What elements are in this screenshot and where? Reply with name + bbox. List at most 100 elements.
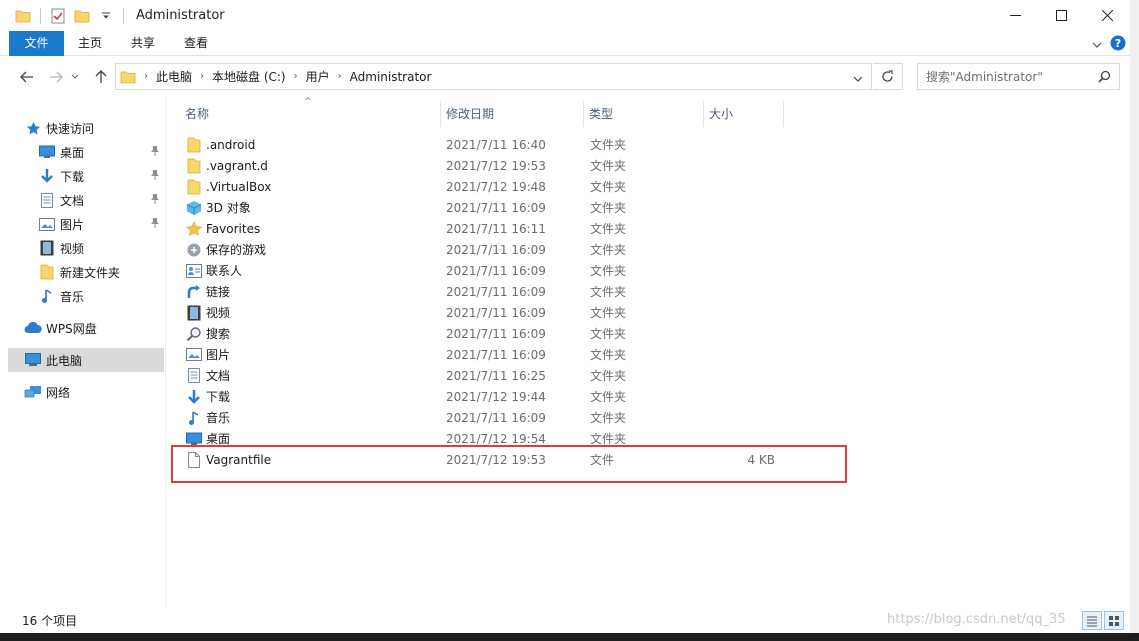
minimize-button[interactable]: [992, 0, 1038, 31]
file-name: 图片: [206, 348, 231, 362]
pin-icon[interactable]: [150, 217, 160, 232]
breadcrumb-local-disk[interactable]: 本地磁盘 (C:): [212, 68, 286, 85]
refresh-button[interactable]: [873, 63, 903, 90]
column-header-name[interactable]: 名称: [185, 101, 435, 127]
sidebar-item-new-folder[interactable]: 新建文件夹: [8, 260, 164, 284]
watermark-text: https://blog.csdn.net/qq_35: [887, 612, 1066, 627]
file-date: 2021/7/11 16:09: [446, 242, 546, 257]
chevron-right-icon[interactable]: ›: [294, 71, 298, 82]
tab-view[interactable]: 查看: [176, 31, 216, 56]
table-row[interactable]: 3D 对象 2021/7/11 16:09 文件夹: [180, 197, 800, 218]
table-row[interactable]: 下载 2021/7/12 19:44 文件夹: [180, 386, 800, 407]
breadcrumb-administrator[interactable]: Administrator: [350, 70, 432, 84]
file-type: 文件夹: [590, 201, 627, 215]
table-row[interactable]: 搜索 2021/7/11 16:09 文件夹: [180, 323, 800, 344]
search-input[interactable]: [926, 69, 1096, 84]
ribbon-tabs: 文件 主页 共享 查看 ?: [0, 31, 1130, 56]
sidebar-item-quick-access[interactable]: 快速访问: [8, 116, 164, 140]
contacts-icon: [185, 262, 203, 280]
maximize-button[interactable]: [1038, 0, 1084, 31]
title-bar: Administrator: [0, 0, 1130, 31]
column-header-size[interactable]: 大小: [709, 101, 779, 127]
file-date: 2021/7/11 16:09: [446, 200, 546, 215]
pin-icon[interactable]: [150, 193, 160, 208]
sidebar-item-network[interactable]: 网络: [8, 380, 164, 404]
sidebar-item-documents[interactable]: 文档: [8, 188, 164, 212]
pin-icon[interactable]: [150, 145, 160, 160]
sidebar-item-music[interactable]: 音乐: [8, 284, 164, 308]
table-row[interactable]: 文档 2021/7/11 16:25 文件夹: [180, 365, 800, 386]
large-icons-view-icon[interactable]: [1104, 611, 1124, 630]
customize-toolbar-icon[interactable]: [97, 7, 115, 25]
table-row[interactable]: 音乐 2021/7/11 16:09 文件夹: [180, 407, 800, 428]
table-row[interactable]: 联系人 2021/7/11 16:09 文件夹: [180, 260, 800, 281]
file-name: 链接: [206, 285, 231, 299]
forward-button[interactable]: [45, 67, 67, 87]
sidebar-item-videos[interactable]: 视频: [8, 236, 164, 260]
table-row[interactable]: Favorites 2021/7/11 16:11 文件夹: [180, 218, 800, 239]
folder-icon: [38, 263, 56, 281]
file-date: 2021/7/11 16:09: [446, 305, 546, 320]
file-date: 2021/7/11 16:09: [446, 263, 546, 278]
column-divider[interactable]: [783, 101, 784, 127]
picture-icon: [185, 346, 203, 364]
table-row[interactable]: 视频 2021/7/11 16:09 文件夹: [180, 302, 800, 323]
close-button[interactable]: [1084, 0, 1130, 31]
search-box[interactable]: [917, 63, 1120, 90]
properties-icon[interactable]: [49, 7, 67, 25]
sidebar-item-pictures[interactable]: 图片: [8, 212, 164, 236]
back-button[interactable]: [16, 67, 38, 87]
file-type: 文件夹: [590, 306, 627, 320]
column-header-date[interactable]: 修改日期: [446, 101, 576, 127]
chevron-right-icon[interactable]: ›: [200, 71, 204, 82]
tab-file[interactable]: 文件: [9, 31, 64, 56]
sidebar-item-label: 新建文件夹: [60, 265, 121, 280]
search-icon[interactable]: [1098, 70, 1111, 86]
file-type: 文件夹: [590, 369, 627, 383]
file-list: ^ 名称 修改日期 类型 大小 .android 2021/7/11 16:40 文…: [167, 97, 1130, 607]
column-divider[interactable]: [703, 101, 704, 127]
table-row[interactable]: .vagrant.d 2021/7/12 19:53 文件夹: [180, 155, 800, 176]
expand-ribbon-icon[interactable]: [1092, 38, 1102, 52]
column-divider[interactable]: [440, 101, 441, 127]
sidebar-item-this-pc[interactable]: 此电脑: [8, 348, 164, 372]
sidebar-item-label: 此电脑: [46, 353, 83, 368]
pin-icon[interactable]: [150, 169, 160, 184]
gamepad-icon: [185, 241, 203, 259]
table-row[interactable]: .VirtualBox 2021/7/12 19:48 文件夹: [180, 176, 800, 197]
file-name: 3D 对象: [206, 201, 251, 215]
table-row[interactable]: .android 2021/7/11 16:40 文件夹: [180, 134, 800, 155]
tab-share[interactable]: 共享: [123, 31, 163, 56]
breadcrumb-this-pc[interactable]: 此电脑: [156, 68, 192, 85]
sidebar-item-desktop[interactable]: 桌面: [8, 140, 164, 164]
breadcrumb-users[interactable]: 用户: [306, 68, 330, 85]
video-icon: [38, 239, 56, 257]
highlight-annotation: [171, 445, 847, 483]
address-bar[interactable]: › 此电脑 › 本地磁盘 (C:) › 用户 › Administrator: [115, 63, 872, 90]
up-button[interactable]: [90, 67, 112, 87]
table-row[interactable]: 链接 2021/7/11 16:09 文件夹: [180, 281, 800, 302]
file-date: 2021/7/12 19:54: [446, 431, 546, 446]
recent-locations-button[interactable]: [68, 67, 82, 87]
sidebar-item-wps-drive[interactable]: WPS网盘: [8, 316, 164, 340]
new-folder-icon[interactable]: [73, 7, 91, 25]
table-row[interactable]: 图片 2021/7/11 16:09 文件夹: [180, 344, 800, 365]
column-header-type[interactable]: 类型: [589, 101, 689, 127]
tab-home[interactable]: 主页: [70, 31, 110, 56]
toolbar-divider: [123, 7, 124, 24]
help-icon[interactable]: ?: [1110, 35, 1126, 54]
sidebar-item-downloads[interactable]: 下载: [8, 164, 164, 188]
network-icon: [24, 383, 42, 401]
chevron-right-icon[interactable]: ›: [144, 71, 148, 82]
sidebar-item-label: WPS网盘: [46, 321, 97, 336]
table-row[interactable]: 保存的游戏 2021/7/11 16:09 文件夹: [180, 239, 800, 260]
folder-icon[interactable]: [14, 7, 32, 25]
file-date: 2021/7/11 16:09: [446, 410, 546, 425]
address-dropdown-icon[interactable]: [853, 72, 863, 86]
file-name: Favorites: [206, 221, 261, 236]
file-name: .VirtualBox: [206, 179, 272, 194]
ribbon-right-controls: ?: [1092, 35, 1126, 54]
chevron-right-icon[interactable]: ›: [338, 71, 342, 82]
details-view-icon[interactable]: [1082, 611, 1102, 630]
column-divider[interactable]: [583, 101, 584, 127]
